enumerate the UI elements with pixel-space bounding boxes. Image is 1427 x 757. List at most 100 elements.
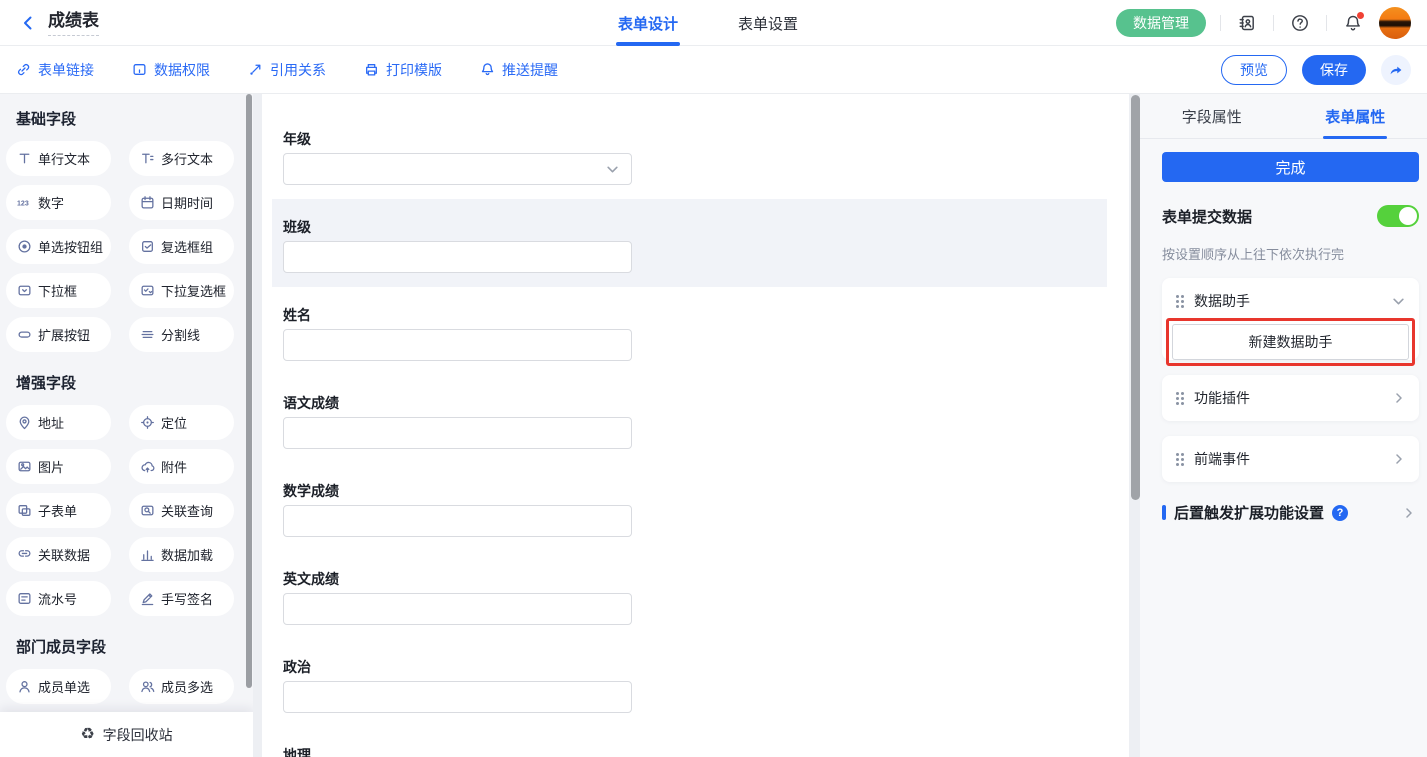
field-type-附件[interactable]: 附件 <box>129 449 234 484</box>
field-label: 数学成绩 <box>283 481 1129 501</box>
locate-icon <box>140 415 155 430</box>
field-type-成员单选[interactable]: 成员单选 <box>6 669 111 704</box>
field-label: 年级 <box>283 129 1129 149</box>
help-button[interactable] <box>1288 11 1312 35</box>
field-type-多行文本[interactable]: 多行文本 <box>129 141 234 176</box>
canvas-field-地理[interactable]: 地理 <box>262 727 1129 757</box>
toolbar-link[interactable]: 表单链接 <box>16 60 94 80</box>
divider-icon <box>140 327 155 342</box>
new-data-helper-button[interactable]: 新建数据助手 <box>1172 324 1409 360</box>
done-button[interactable]: 完成 <box>1162 152 1419 182</box>
canvas-field-语文成绩[interactable]: 语文成绩 <box>262 375 1129 463</box>
canvas-field-政治[interactable]: 政治 <box>262 639 1129 727</box>
field-type-分割线[interactable]: 分割线 <box>129 317 234 352</box>
canvas-field-姓名[interactable]: 姓名 <box>262 287 1129 375</box>
field-type-图片[interactable]: 图片 <box>6 449 111 484</box>
field-type-定位[interactable]: 定位 <box>129 405 234 440</box>
tab-form-properties[interactable]: 表单属性 <box>1284 94 1427 138</box>
multi-text-icon <box>140 151 155 166</box>
drag-handle-icon[interactable] <box>1176 453 1184 466</box>
select-input[interactable] <box>283 153 632 185</box>
field-type-下拉框[interactable]: 下拉框 <box>6 273 111 308</box>
page-title[interactable]: 成绩表 <box>48 10 99 36</box>
sidebar-section-title: 增强字段 <box>16 372 253 393</box>
text-input[interactable] <box>283 681 632 713</box>
back-button[interactable] <box>16 11 40 35</box>
divider <box>1326 15 1327 31</box>
properties-panel: 字段属性 表单属性 完成 表单提交数据 按设置顺序从上往下依次执行完 数据助手新… <box>1140 94 1427 757</box>
field-type-子表单[interactable]: 子表单 <box>6 493 111 528</box>
field-type-日期时间[interactable]: 日期时间 <box>129 185 234 220</box>
card-header[interactable]: 功能插件 <box>1162 375 1419 421</box>
sidebar-section-grid: 地址定位图片附件子表单关联查询关联数据数据加载流水号手写签名 <box>6 405 253 616</box>
tab-form-settings[interactable]: 表单设置 <box>738 0 798 46</box>
text-input[interactable] <box>283 593 632 625</box>
top-header: 成绩表 表单设计 表单设置 数据管理 <box>0 0 1427 46</box>
canvas-field-年级[interactable]: 年级 <box>262 111 1129 199</box>
text-input[interactable] <box>283 505 632 537</box>
toolbar-link[interactable]: 推送提醒 <box>480 60 558 80</box>
canvas-field-班级[interactable]: 班级 <box>272 199 1107 287</box>
post-trigger-settings[interactable]: 后置触发扩展功能设置 ? <box>1162 502 1419 523</box>
sidebar-scrollbar[interactable] <box>246 94 252 688</box>
canvas-field-英文成绩[interactable]: 英文成绩 <box>262 551 1129 639</box>
question-icon[interactable]: ? <box>1332 505 1348 521</box>
address-book-button[interactable] <box>1235 11 1259 35</box>
field-type-地址[interactable]: 地址 <box>6 405 111 440</box>
field-type-关联查询[interactable]: 关联查询 <box>129 493 234 528</box>
submit-data-row: 表单提交数据 <box>1162 205 1419 227</box>
notification-button[interactable] <box>1341 11 1365 35</box>
field-type-关联数据[interactable]: 关联数据 <box>6 537 111 572</box>
card-header[interactable]: 数据助手 <box>1162 278 1419 324</box>
checkbox-group-icon <box>140 239 155 254</box>
signature-icon <box>140 591 155 606</box>
field-type-流水号[interactable]: 流水号 <box>6 581 111 616</box>
text-input[interactable] <box>283 241 632 273</box>
toolbar-link[interactable]: 数据权限 <box>132 60 210 80</box>
sidebar-section-grid: 单行文本多行文本 123数字日期时间单选按钮组复选框组下拉框下拉复选框扩展按钮分割… <box>6 141 253 352</box>
field-library-sidebar: 基础字段单行文本多行文本123数字日期时间单选按钮组复选框组下拉框下拉复选框扩展… <box>0 94 253 757</box>
field-recycle-bin[interactable]: ♻ 字段回收站 <box>0 712 253 757</box>
field-type-数字[interactable]: 123数字 <box>6 185 111 220</box>
field-type-数据加载[interactable]: 数据加载 <box>129 537 234 572</box>
print-icon <box>364 62 379 77</box>
attachment-icon <box>140 459 155 474</box>
card-header[interactable]: 前端事件 <box>1162 436 1419 482</box>
field-type-手写签名[interactable]: 手写签名 <box>129 581 234 616</box>
data-manage-button[interactable]: 数据管理 <box>1116 9 1206 37</box>
field-type-单行文本[interactable]: 单行文本 <box>6 141 111 176</box>
drag-handle-icon[interactable] <box>1176 392 1184 405</box>
member-single-icon <box>17 679 32 694</box>
help-icon <box>1291 14 1309 32</box>
link-icon <box>16 62 31 77</box>
image-icon <box>17 459 32 474</box>
field-type-单选按钮组[interactable]: 单选按钮组 <box>6 229 111 264</box>
number-icon: 123 <box>17 195 32 210</box>
chevron-right-icon <box>1403 507 1415 519</box>
toolbar-link[interactable]: 打印模版 <box>364 60 442 80</box>
canvas-field-数学成绩[interactable]: 数学成绩 <box>262 463 1129 551</box>
user-avatar[interactable] <box>1379 7 1411 39</box>
preview-button[interactable]: 预览 <box>1221 55 1287 85</box>
trigger-card-功能插件: 功能插件 <box>1162 375 1419 421</box>
field-type-复选框组[interactable]: 复选框组 <box>129 229 234 264</box>
field-label: 英文成绩 <box>283 569 1129 589</box>
tab-field-properties[interactable]: 字段属性 <box>1140 94 1284 138</box>
save-button[interactable]: 保存 <box>1302 55 1366 85</box>
tab-form-design[interactable]: 表单设计 <box>618 0 678 46</box>
submit-data-toggle[interactable] <box>1377 205 1419 227</box>
trigger-card-数据助手: 数据助手新建数据助手 <box>1162 278 1419 360</box>
canvas-scrollbar[interactable] <box>1131 95 1140 500</box>
data-load-icon <box>140 547 155 562</box>
field-type-下拉复选框[interactable]: 下拉复选框 <box>129 273 234 308</box>
toolbar-links: 表单链接 数据权限 引用关系 打印模版 推送提醒 <box>16 60 558 80</box>
text-input[interactable] <box>283 329 632 361</box>
text-input[interactable] <box>283 417 632 449</box>
share-button[interactable] <box>1381 55 1411 85</box>
trigger-cards: 数据助手新建数据助手功能插件前端事件 <box>1162 278 1419 482</box>
toolbar-link[interactable]: 引用关系 <box>248 60 326 80</box>
field-type-成员多选[interactable]: 成员多选 <box>129 669 234 704</box>
field-label: 姓名 <box>283 305 1129 325</box>
drag-handle-icon[interactable] <box>1176 295 1184 308</box>
field-type-扩展按钮[interactable]: 扩展按钮 <box>6 317 111 352</box>
